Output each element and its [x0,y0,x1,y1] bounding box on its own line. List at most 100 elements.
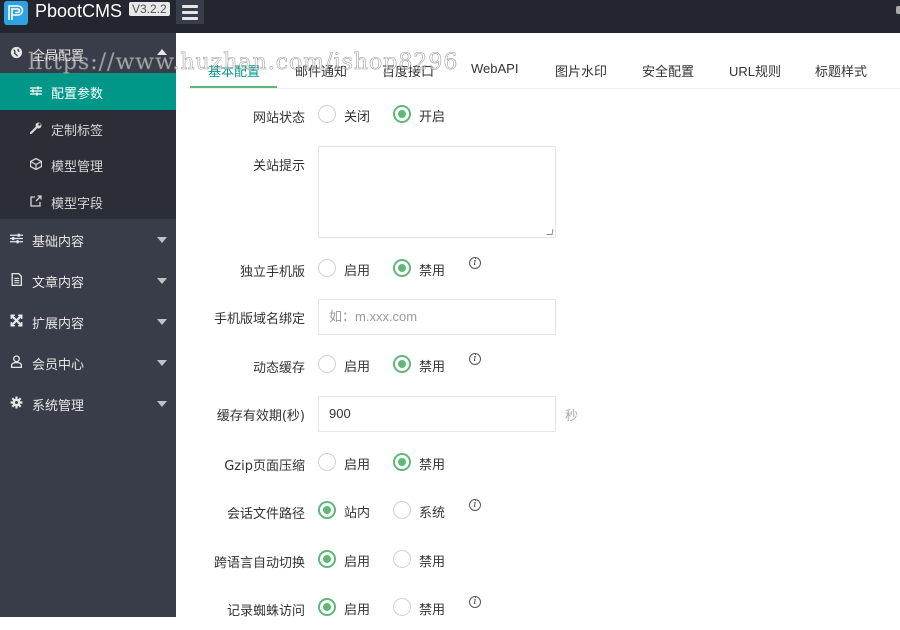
sidebar-group-article-content[interactable]: 文章内容 [0,260,176,301]
chevron-down-icon [157,237,167,243]
radio-circle[interactable] [393,355,411,373]
sidebar-group-extended-content[interactable]: 扩展内容 [0,301,176,342]
tab-title-style[interactable]: 标题样式 [815,61,867,80]
sidebar-group-global-config[interactable]: 全局配置 [0,33,176,73]
sidebar: 全局配置 配置参数 定制标签 模型管理 模型字段 基础内容 文章内容 扩展内容 [0,33,176,617]
sidebar-submenu: 配置参数 定制标签 模型管理 模型字段 [0,73,176,219]
radio-label: 禁用 [419,555,446,570]
field-label: 独立手机版 [239,265,305,280]
sidebar-group-label: 扩展内容 [32,317,85,332]
form-row-spider-log: 记录蜘蛛访问 启用 禁用 i [190,596,890,630]
sidebar-item-label: 模型管理 [51,160,104,175]
info-icon[interactable]: i [469,499,481,511]
field-label: 记录蜘蛛访问 [226,604,305,619]
chevron-down-icon [157,319,167,325]
radio-label: 关闭 [344,110,371,125]
brand-name: PbootCMS [35,1,123,21]
chevron-up-icon [157,49,167,55]
field-label: 会话文件路径 [226,507,305,522]
tab-security-config[interactable]: 安全配置 [642,61,694,80]
form-row-cache-ttl: 缓存有效期(秒) 900 秒 [190,396,890,432]
globe-icon [10,46,23,59]
sidebar-group-system-management[interactable]: 系统管理 [0,383,176,424]
sidebar-group-label: 全局配置 [32,49,85,64]
radio-circle[interactable] [318,105,336,123]
user-menu-icon[interactable] [896,6,900,14]
radio-label: 禁用 [419,458,446,473]
active-tab-indicator [190,86,277,88]
form-row-mobile-domain: 手机版域名绑定 如：m.xxx.com [190,299,890,335]
hamburger-icon[interactable] [176,0,204,24]
sidebar-item-custom-tags[interactable]: 定制标签 [0,110,176,147]
radio-circle[interactable] [393,259,411,277]
sidebar-group-label: 系统管理 [32,399,85,414]
tab-image-watermark[interactable]: 图片水印 [555,61,607,80]
radio-circle[interactable] [318,550,336,568]
cache-ttl-input[interactable]: 900 [318,396,556,432]
field-label: 手机版域名绑定 [213,312,305,327]
field-label: Gzip页面压缩 [224,459,305,474]
radio-label: 站内 [344,506,371,521]
radio-circle[interactable] [393,105,411,123]
radio-circle[interactable] [318,355,336,373]
radio-circle[interactable] [318,501,336,519]
radio-circle[interactable] [393,501,411,519]
sidebar-item-label: 模型字段 [51,196,104,212]
resize-handle[interactable] [546,229,554,235]
radio-circle[interactable] [318,259,336,277]
info-icon[interactable]: i [469,353,481,365]
radio-circle[interactable] [318,598,336,616]
close-notice-textarea[interactable] [318,146,556,238]
sidebar-item-model-management[interactable]: 模型管理 [0,146,176,183]
sidebar-item-label: 配置参数 [51,87,104,102]
sidebar-group-basic-content[interactable]: 基础内容 [0,219,176,260]
document-icon [11,273,23,286]
form-row-gzip: Gzip页面压缩 启用 禁用 [190,453,890,485]
wrench-icon [30,122,42,134]
pboot-logo-icon [4,1,28,25]
radio-label: 开启 [419,110,446,125]
sidebar-item-label: 定制标签 [51,123,104,139]
form-row-lang-switch: 跨语言自动切换 启用 禁用 [190,550,890,582]
sliders-icon [10,233,23,244]
unit-label: 秒 [565,409,579,424]
sidebar-item-config-params[interactable]: 配置参数 [0,73,176,110]
tab-basic-config[interactable]: 基本配置 [208,61,260,80]
field-label: 缓存有效期(秒) [216,409,305,424]
sidebar-group-label: 文章内容 [32,276,85,291]
info-icon[interactable]: i [469,596,481,608]
radio-circle[interactable] [393,598,411,616]
tab-url-rules[interactable]: URL规则 [729,61,781,80]
radio-label: 禁用 [419,603,446,618]
info-icon[interactable]: i [469,257,481,269]
field-label: 网站状态 [252,111,305,126]
radio-circle[interactable] [393,453,411,471]
radio-circle[interactable] [393,550,411,568]
config-tabs: 基本配置 邮件通知 百度接口 WebAPI 图片水印 安全配置 URL规则 标题… [190,48,900,89]
radio-label: 启用 [344,603,371,618]
radio-label: 禁用 [419,264,446,279]
form-row-dynamic-cache: 动态缓存 启用 禁用 i [190,353,890,387]
radio-label: 启用 [344,264,371,279]
chevron-down-icon [157,278,167,284]
expand-icon [10,314,23,327]
radio-label: 启用 [344,360,371,375]
sidebar-item-model-fields[interactable]: 模型字段 [0,183,176,220]
top-header: PbootCMS V3.2.2 [0,0,900,33]
radio-label: 系统 [419,506,446,521]
radio-circle[interactable] [318,453,336,471]
cube-icon [30,158,42,170]
mobile-domain-input[interactable]: 如：m.xxx.com [318,299,556,335]
sidebar-group-member-center[interactable]: 会员中心 [0,342,176,383]
sliders-icon [30,86,42,96]
tab-email-notify[interactable]: 邮件通知 [295,61,347,80]
tab-baidu-api[interactable]: 百度接口 [382,61,434,80]
form-row-session-path: 会话文件路径 站内 系统 i [190,499,890,533]
form-row-mobile-site: 独立手机版 启用 禁用 i [190,257,890,291]
chevron-down-icon [157,360,167,366]
form-row-close-notice: 关站提示 [190,146,890,238]
chevron-down-icon [157,401,167,407]
sidebar-group-label: 基础内容 [32,235,85,250]
tab-webapi[interactable]: WebAPI [471,61,518,76]
field-label: 动态缓存 [252,361,305,376]
